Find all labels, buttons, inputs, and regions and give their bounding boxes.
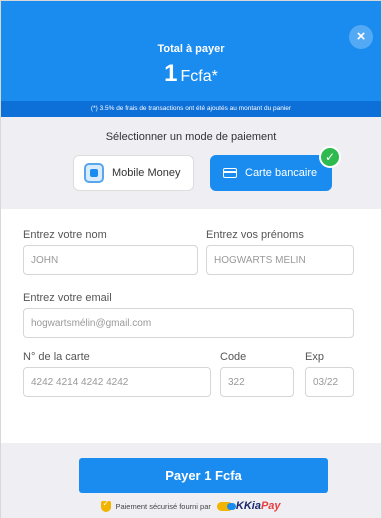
first-names-input[interactable] [206,245,354,275]
cvc-label: Code [220,351,247,363]
last-name-label: Entrez votre nom [23,229,107,241]
mobile-money-option[interactable]: Mobile Money [73,155,194,191]
pay-button[interactable]: Payer 1 Fcfa [79,458,328,493]
amount-currency: Fcfa* [180,68,218,85]
payment-modal: × Total à payer 1 Fcfa* (*) 3.5% de frais… [0,0,382,518]
expiry-input[interactable] [305,367,354,397]
payment-header: × Total à payer 1 Fcfa* [1,1,381,101]
expiry-label: Exp [305,351,324,363]
method-title: Sélectionner un mode de paiement [105,131,277,143]
mobile-money-label: Mobile Money [112,167,181,179]
brand-k-text: KKia [235,500,261,512]
secure-payment-note: Paiement sécurisé fourni par KKiaPay [1,499,381,512]
total-amount: 1 Fcfa* [1,60,381,88]
shield-icon [101,499,112,512]
card-number-input[interactable] [23,367,211,397]
secure-text: Paiement sécurisé fourni par [115,501,211,511]
mobile-money-icon [84,163,104,183]
total-title: Total à payer [157,43,225,55]
selected-check-icon: ✓ [319,146,341,168]
amount-value: 1 [164,60,178,87]
kkiapay-mark-icon [216,501,236,511]
credit-card-icon [223,168,237,178]
last-name-input[interactable] [23,245,198,275]
cvc-input[interactable] [220,367,294,397]
first-names-label: Entrez vos prénoms [206,229,304,241]
card-option-label: Carte bancaire [245,167,318,179]
email-input[interactable] [23,308,354,338]
kkiapay-logo[interactable]: KKia Pay [216,500,281,512]
fee-notice: (*) 3.5% de frais de transactions ont ét… [1,101,381,117]
brand-pay-text: Pay [260,500,281,512]
card-number-label: N° de la carte [23,351,90,363]
email-label: Entrez votre email [23,292,112,304]
card-option[interactable]: Carte bancaire [210,155,332,191]
